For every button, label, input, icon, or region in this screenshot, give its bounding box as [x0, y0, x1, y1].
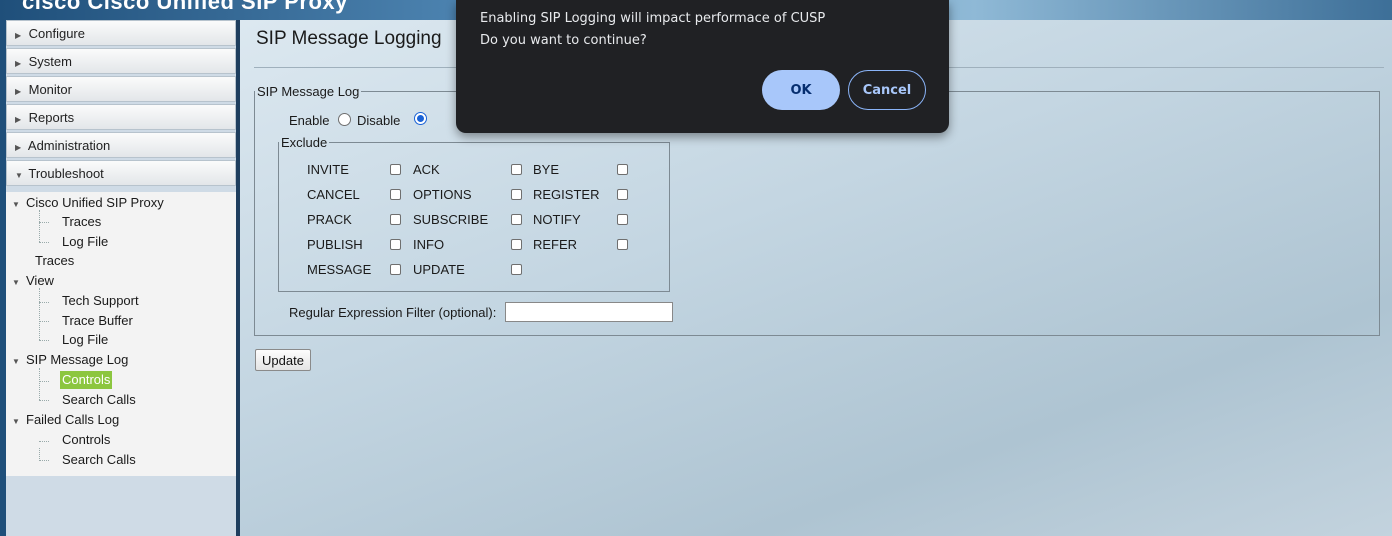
disable-radio[interactable]	[414, 112, 427, 125]
exclude-notify-label: NOTIFY	[533, 212, 581, 227]
dialog-message-line2: Do you want to continue?	[480, 33, 647, 48]
troubleshoot-tree: ▼ Cisco Unified SIP Proxy Traces Log File…	[6, 192, 236, 476]
cancel-button[interactable]: Cancel	[848, 70, 926, 110]
tree-item-cusp-traces[interactable]: Traces	[62, 213, 101, 231]
tree-item-view-logfile[interactable]: Log File	[62, 331, 108, 349]
nav-system[interactable]: ▶ System	[6, 48, 236, 74]
caret-right-icon: ▶	[15, 115, 22, 124]
nav-label: Monitor	[28, 82, 72, 97]
tree-item-traces[interactable]: Traces	[35, 252, 74, 270]
nav-label: Troubleshoot	[28, 166, 104, 181]
tree-line	[39, 381, 49, 382]
expand-down-icon[interactable]: ▼	[12, 413, 26, 431]
tree-line	[39, 288, 40, 340]
app-brand: cisco Cisco Unified SIP Proxy	[22, 0, 348, 14]
tree-item-sip-controls[interactable]: Controls	[60, 371, 113, 389]
page-title: SIP Message Logging	[256, 28, 442, 49]
exclude-message-label: MESSAGE	[307, 262, 372, 277]
tree-item-view[interactable]: ▼ View	[12, 272, 54, 290]
tree-line	[39, 302, 49, 303]
exclude-publish-checkbox[interactable]	[390, 239, 401, 250]
exclude-bye-checkbox[interactable]	[617, 164, 628, 175]
nav-administration[interactable]: ▶ Administration	[6, 132, 236, 158]
nav-label: System	[28, 54, 72, 69]
exclude-update-label: UPDATE	[413, 262, 465, 277]
caret-down-icon: ▼	[15, 171, 23, 180]
exclude-invite-checkbox[interactable]	[390, 164, 401, 175]
tree-line	[39, 400, 49, 401]
exclude-update-checkbox[interactable]	[511, 264, 522, 275]
dialog-message-line1: Enabling SIP Logging will impact perform…	[480, 11, 826, 26]
nav-monitor[interactable]: ▶ Monitor	[6, 76, 236, 102]
exclude-register-checkbox[interactable]	[617, 189, 628, 200]
ok-button[interactable]: OK	[762, 70, 840, 110]
exclude-subscribe-checkbox[interactable]	[511, 214, 522, 225]
sip-message-log-legend: SIP Message Log	[257, 84, 360, 99]
expand-down-icon[interactable]: ▼	[12, 274, 26, 292]
tree-label: Failed Calls Log	[26, 412, 120, 427]
tree-label: Cisco Unified SIP Proxy	[26, 195, 164, 210]
tree-line	[39, 242, 49, 243]
tree-item-failed-controls[interactable]: Controls	[62, 431, 110, 449]
tree-line	[39, 321, 49, 322]
exclude-message-checkbox[interactable]	[390, 264, 401, 275]
tree-item-sip-search-calls[interactable]: Search Calls	[62, 391, 136, 409]
exclude-invite-label: INVITE	[307, 162, 349, 177]
tree-item-cusp-logfile[interactable]: Log File	[62, 233, 108, 251]
confirm-dialog: Enabling SIP Logging will impact perform…	[456, 0, 949, 133]
exclude-cancel-label: CANCEL	[307, 187, 360, 202]
nav-troubleshoot[interactable]: ▼ Troubleshoot	[6, 160, 236, 186]
tree-line	[39, 222, 49, 223]
exclude-options-checkbox[interactable]	[511, 189, 522, 200]
tree-item-sip-message-log[interactable]: ▼ SIP Message Log	[12, 351, 128, 369]
exclude-ack-label: ACK	[413, 162, 440, 177]
regex-filter-input[interactable]	[505, 302, 673, 322]
nav-configure[interactable]: ▶ Configure	[6, 20, 236, 46]
exclude-legend: Exclude	[281, 135, 328, 150]
caret-right-icon: ▶	[15, 143, 22, 152]
exclude-info-checkbox[interactable]	[511, 239, 522, 250]
exclude-refer-label: REFER	[533, 237, 578, 252]
nav-label: Configure	[28, 26, 85, 41]
tree-line	[39, 210, 40, 242]
tree-item-cusp[interactable]: ▼ Cisco Unified SIP Proxy	[12, 194, 164, 212]
exclude-prack-checkbox[interactable]	[390, 214, 401, 225]
sidebar: ▶ Configure ▶ System ▶ Monitor ▶ Reports…	[6, 20, 236, 536]
enable-label: Enable	[289, 113, 330, 128]
tree-item-failed-calls-log[interactable]: ▼ Failed Calls Log	[12, 411, 119, 429]
exclude-notify-checkbox[interactable]	[617, 214, 628, 225]
exclude-prack-label: PRACK	[307, 212, 352, 227]
disable-label: Disable	[357, 113, 401, 128]
caret-right-icon: ▶	[15, 59, 22, 68]
exclude-publish-label: PUBLISH	[307, 237, 363, 252]
exclude-bye-label: BYE	[533, 162, 560, 177]
exclude-refer-checkbox[interactable]	[617, 239, 628, 250]
exclude-options-label: OPTIONS	[413, 187, 472, 202]
regex-filter-label: Regular Expression Filter (optional):	[289, 305, 497, 320]
exclude-ack-checkbox[interactable]	[511, 164, 522, 175]
tree-line	[39, 441, 49, 442]
tree-item-failed-search-calls[interactable]: Search Calls	[62, 451, 136, 469]
update-button[interactable]: Update	[255, 349, 311, 371]
expand-down-icon[interactable]: ▼	[12, 353, 26, 371]
expand-down-icon[interactable]: ▼	[12, 196, 26, 214]
tree-line	[39, 460, 49, 461]
exclude-register-label: REGISTER	[533, 187, 600, 202]
nav-label: Reports	[28, 110, 75, 125]
sidebar-footer	[6, 476, 236, 536]
caret-right-icon: ▶	[15, 31, 22, 40]
tree-item-trace-buffer[interactable]: Trace Buffer	[62, 312, 133, 330]
tree-label: SIP Message Log	[26, 352, 129, 367]
nav-reports[interactable]: ▶ Reports	[6, 104, 236, 130]
nav-label: Administration	[27, 138, 111, 153]
tree-item-tech-support[interactable]: Tech Support	[62, 292, 139, 310]
exclude-subscribe-label: SUBSCRIBE	[413, 212, 489, 227]
exclude-info-label: INFO	[413, 237, 445, 252]
enable-radio[interactable]	[338, 113, 351, 126]
tree-line	[39, 368, 40, 400]
tree-label: View	[26, 273, 54, 288]
exclude-cancel-checkbox[interactable]	[390, 189, 401, 200]
tree-line	[39, 340, 49, 341]
caret-right-icon: ▶	[15, 87, 22, 96]
